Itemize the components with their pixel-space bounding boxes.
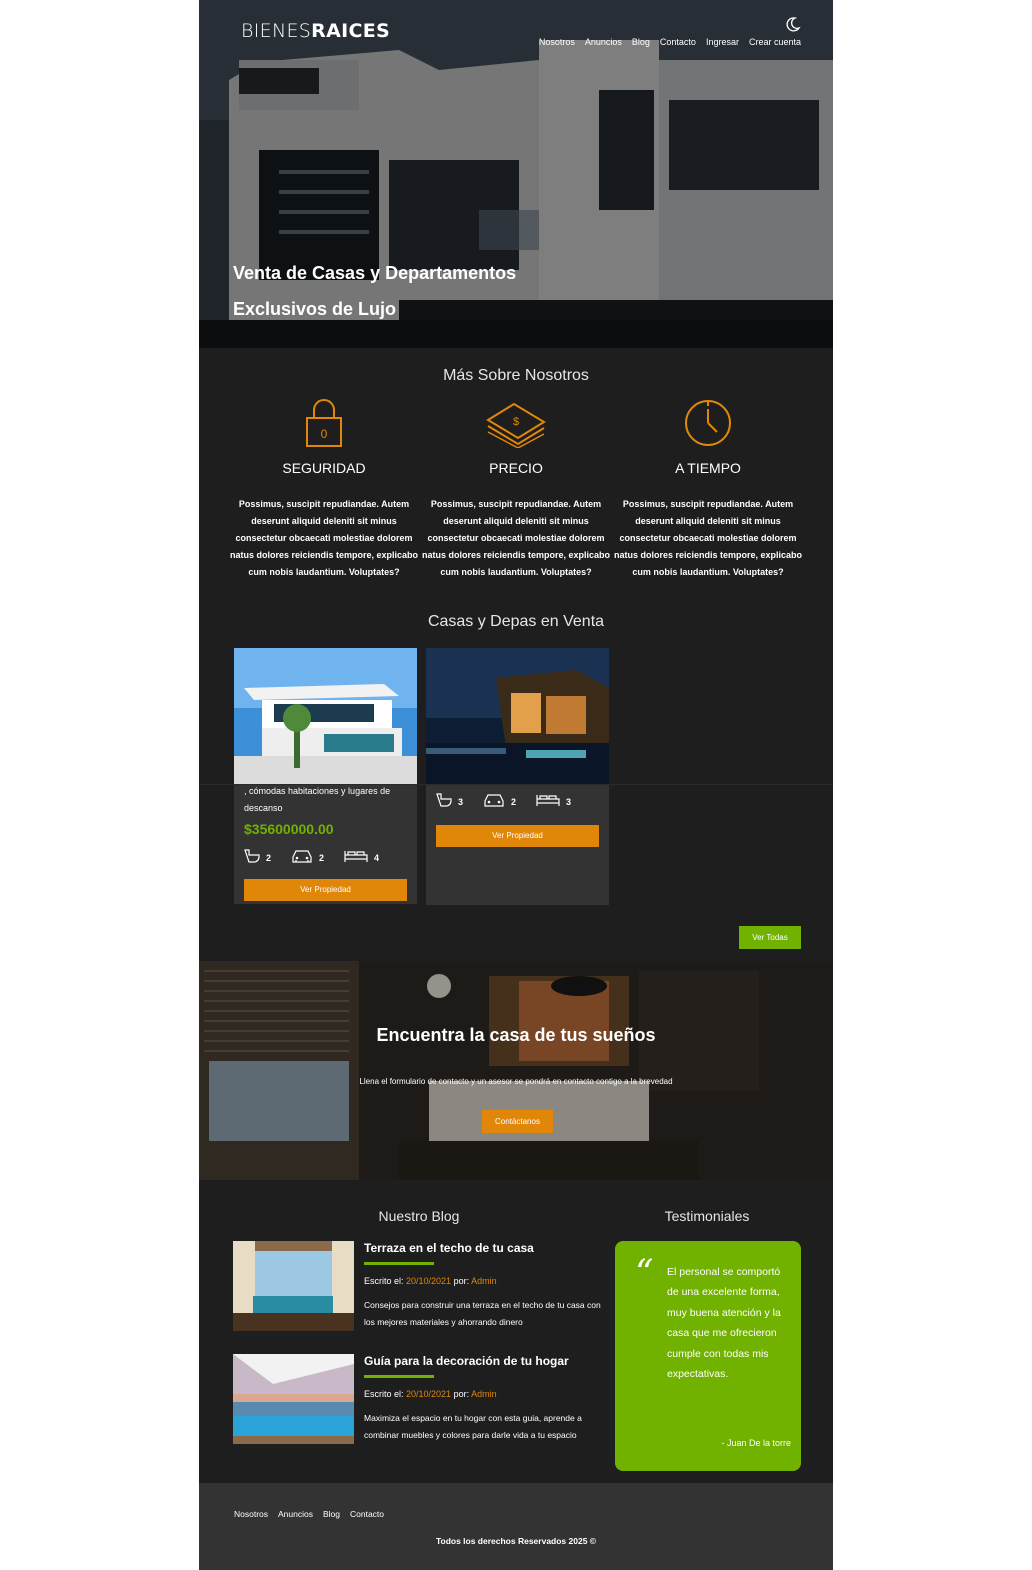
blog-post-meta: Escrito el: 20/10/2021 por: Admin — [364, 1389, 497, 1399]
property-description-cut: , cómodas habitaciones y lugares de — [244, 787, 391, 796]
feature-seguridad: 0 SEGURIDAD Possimus, suscipit repudiand… — [229, 398, 419, 581]
feature-text: Possimus, suscipit repudiandae. Autem de… — [421, 499, 611, 577]
testimonials-section-title: Testimoniales — [664, 1208, 750, 1224]
hero-header: BIENESRAICES Nosotros Anuncios Blog Cont… — [199, 0, 833, 348]
parking-feature: 2 — [483, 793, 516, 807]
footer-link-contacto[interactable]: Contacto — [350, 1509, 384, 1519]
property-card-2: 3 2 3 Ver Propiedad — [426, 648, 609, 905]
property-card-content: , cómodas habitaciones y lugares de desc… — [234, 787, 417, 901]
logo[interactable]: BIENESRAICES — [241, 20, 390, 42]
feature-text: Possimus, suscipit repudiandae. Autem de… — [613, 499, 803, 577]
nav-link-anuncios[interactable]: Anuncios — [585, 37, 622, 47]
feature-title: A TIEMPO — [675, 460, 741, 476]
footer: Nosotros Anuncios Blog Contacto Todos lo… — [199, 1483, 833, 1570]
testimonial-card: “ El personal se comportó de una excelen… — [615, 1241, 801, 1471]
blog-post-body: Terraza en el techo de tu casa Escrito e… — [364, 1241, 604, 1331]
footer-link-nosotros[interactable]: Nosotros — [234, 1509, 268, 1519]
testimonial-text: El personal se comportó de una excelente… — [667, 1266, 781, 1381]
property-description: descanso — [244, 803, 283, 813]
property-price: $35600000.00 — [244, 821, 334, 837]
nav-link-nosotros[interactable]: Nosotros — [539, 37, 575, 47]
bathroom-feature: 2 — [244, 849, 271, 863]
section-divider — [199, 784, 833, 785]
banner-title: Encuentra la casa de tus sueños — [376, 1025, 656, 1045]
property-image — [234, 648, 417, 784]
toilet-icon — [436, 793, 452, 807]
hero-title: Venta de Casas y Departamentos Exclusivo… — [233, 263, 517, 319]
svg-text:$: $ — [513, 416, 519, 428]
svg-text:0: 0 — [321, 427, 328, 441]
page: BIENESRAICES Nosotros Anuncios Blog Cont… — [199, 0, 833, 1570]
blog-post-1[interactable]: Terraza en el techo de tu casa Escrito e… — [233, 1241, 603, 1333]
banner-text: Llena el formulario de contacto y un ase… — [359, 1077, 673, 1086]
car-icon — [292, 850, 312, 863]
testimonial-author: - Juan De la torre — [721, 1438, 791, 1448]
blog-image-pool — [233, 1354, 354, 1444]
copyright: Todos los derechos Reservados 2025 © — [435, 1536, 597, 1546]
footer-link-blog[interactable]: Blog — [323, 1509, 340, 1519]
clock-icon — [685, 400, 731, 446]
bed-icon — [344, 851, 368, 862]
parking-feature: 2 — [291, 849, 324, 863]
property-features: 2 2 4 — [234, 849, 417, 863]
contact-banner: Encuentra la casa de tus sueños Llena el… — [199, 961, 833, 1180]
footer-link-anuncios[interactable]: Anuncios — [278, 1509, 313, 1519]
footer-nav: Nosotros Anuncios Blog Contacto — [234, 1509, 384, 1519]
contact-button[interactable]: Contáctanos — [482, 1110, 553, 1133]
toilet-icon — [244, 849, 260, 863]
nav-link-contacto[interactable]: Contacto — [660, 37, 696, 47]
view-all-button[interactable]: Ver Todas — [739, 926, 801, 949]
blog-post-excerpt: Consejos para construir una terraza en e… — [364, 1300, 601, 1327]
blog-post-title[interactable]: Terraza en el techo de tu casa — [364, 1241, 604, 1255]
title-underline — [364, 1375, 434, 1378]
title-underline — [364, 1262, 434, 1265]
blog-post-title[interactable]: Guía para la decoración de tu hogar — [364, 1354, 604, 1368]
dark-mode-moon-icon[interactable] — [785, 16, 801, 32]
main-nav: Nosotros Anuncios Blog Contacto Ingresar… — [539, 37, 801, 47]
listings-section-title: Casas y Depas en Venta — [427, 613, 605, 630]
property-image — [426, 648, 609, 784]
feature-title: PRECIO — [489, 460, 543, 476]
feature-text: Possimus, suscipit repudiandae. Autem de… — [229, 499, 419, 577]
view-property-button[interactable]: Ver Propiedad — [244, 879, 407, 901]
quote-mark-icon: “ — [635, 1253, 654, 1294]
bedroom-feature: 3 — [536, 793, 571, 807]
blog-post-excerpt: Maximiza el espacio en tu hogar con esta… — [364, 1413, 582, 1440]
view-property-button[interactable]: Ver Propiedad — [436, 825, 599, 847]
bed-icon — [536, 795, 560, 806]
lock-icon: 0 — [306, 399, 342, 447]
nav-link-ingresar[interactable]: Ingresar — [706, 37, 739, 47]
bedroom-feature: 4 — [344, 849, 379, 863]
blog-image-terrace — [233, 1241, 354, 1331]
property-features: 3 2 3 — [426, 793, 609, 807]
nav-link-crear-cuenta[interactable]: Crear cuenta — [749, 37, 801, 47]
property-card-1: , cómodas habitaciones y lugares de desc… — [234, 648, 417, 904]
feature-title: SEGURIDAD — [282, 460, 366, 476]
blog-post-body: Guía para la decoración de tu hogar Escr… — [364, 1354, 604, 1444]
blog-post-2[interactable]: Guía para la decoración de tu hogar Escr… — [233, 1354, 603, 1446]
nav-link-blog[interactable]: Blog — [632, 37, 650, 47]
banner-overlay — [199, 961, 833, 1180]
bathroom-feature: 3 — [436, 793, 463, 807]
feature-precio: $ PRECIO Possimus, suscipit repudiandae.… — [421, 398, 611, 581]
feature-a-tiempo: A TIEMPO Possimus, suscipit repudiandae.… — [613, 398, 803, 581]
car-icon — [484, 794, 504, 807]
about-section-title: Más Sobre Nosotros — [443, 367, 589, 384]
money-stack-icon: $ — [486, 402, 546, 448]
blog-section-title: Nuestro Blog — [378, 1208, 460, 1224]
blog-post-meta: Escrito el: 20/10/2021 por: Admin — [364, 1276, 497, 1286]
